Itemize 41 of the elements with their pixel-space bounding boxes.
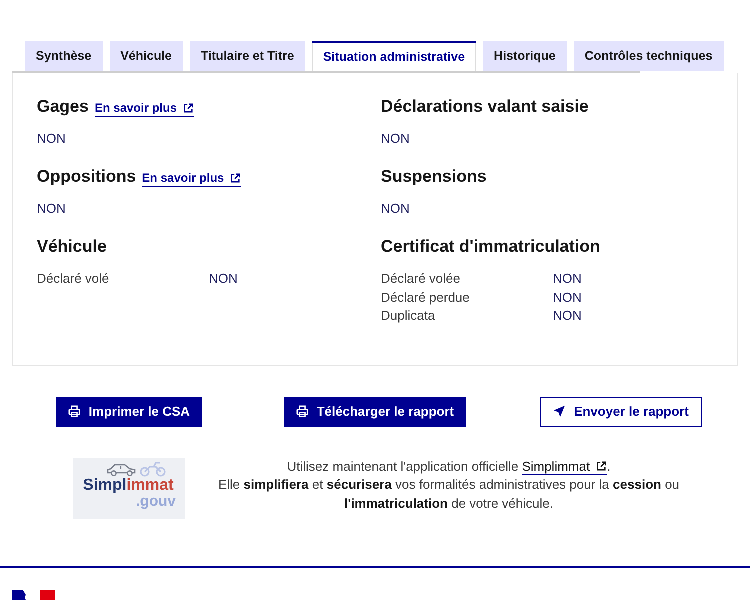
field-value: NON <box>209 270 238 288</box>
field-value: NON <box>553 307 582 325</box>
more-info-link[interactable]: En savoir plus <box>142 171 242 187</box>
section-title: Gages <box>37 96 89 118</box>
printer-icon <box>296 405 309 418</box>
field-label: Duplicata <box>381 307 436 325</box>
status-value: NON <box>381 200 411 218</box>
field-label: Déclaré perdue <box>381 288 471 307</box>
tab[interactable]: Véhicule <box>110 41 184 71</box>
tab[interactable]: Titulaire et Titre <box>190 41 306 71</box>
section-title: Déclarations valant saisie <box>381 96 589 118</box>
promo-text: Utilisez maintenant l'application officielle Simplimmat . Elle simplifiera et sécurisera vos formalités administratives pour la cession ou l'immatriculation de votre véhicule. <box>217 458 681 512</box>
tab[interactable]: Situation administrative <box>312 41 476 71</box>
car-icon <box>106 462 138 476</box>
tab[interactable]: Historique <box>483 41 567 71</box>
section-title: Suspensions <box>381 166 487 188</box>
field-label: Déclaré volé <box>37 270 110 288</box>
section-title: Véhicule <box>37 236 107 258</box>
tab[interactable]: Contrôles techniques <box>574 41 724 71</box>
external-link-icon <box>183 103 194 114</box>
status-value: NON <box>381 130 411 148</box>
section-title: Certificat d'immatriculation <box>381 236 600 258</box>
simplimmat-link[interactable]: Simplimmat <box>522 460 608 474</box>
section-title: Oppositions <box>37 166 136 188</box>
logo-wordmark: Simplimmat <box>83 476 174 494</box>
external-link-icon <box>596 461 608 472</box>
logo-suffix: .gouv <box>136 494 176 508</box>
field-label: Déclaré volée <box>381 270 462 288</box>
field-value: NON <box>553 288 582 306</box>
send-icon <box>553 405 566 418</box>
action-button[interactable]: Imprimer le CSA <box>56 396 202 426</box>
printer-icon <box>68 405 81 418</box>
field-value: NON <box>553 270 582 288</box>
status-value: NON <box>37 130 67 148</box>
more-info-link[interactable]: En savoir plus <box>94 101 194 117</box>
tab[interactable]: Synthèse <box>25 41 103 71</box>
motorcycle-icon <box>140 462 166 476</box>
status-value: NON <box>37 200 67 218</box>
action-button[interactable]: Télécharger le rapport <box>284 396 466 426</box>
external-link-icon <box>230 173 242 184</box>
action-button[interactable]: Envoyer le rapport <box>540 396 702 426</box>
